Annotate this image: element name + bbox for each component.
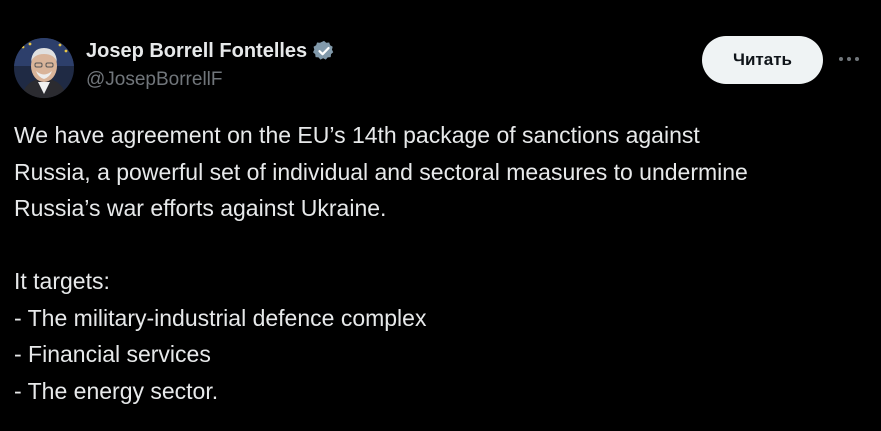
avatar-image (14, 38, 74, 98)
tweet-list-item: - The military-industrial defence comple… (14, 304, 427, 331)
verified-badge-icon[interactable] (312, 39, 336, 63)
tweet-list-intro: It targets: (14, 268, 110, 294)
author-handle[interactable]: @JosepBorrellF (86, 69, 223, 91)
follow-button[interactable]: Читать (702, 36, 823, 84)
author-name-row: Josep Borrell Fontelles (86, 38, 336, 64)
tweet-list-item: - Financial services (14, 341, 211, 367)
more-horizontal-icon (839, 57, 859, 61)
tweet-line: We have agreement on the EU’s 14th packa… (14, 122, 700, 148)
avatar[interactable] (14, 38, 74, 98)
tweet-header: Josep Borrell Fontelles @JosepBorrellF Ч… (0, 0, 881, 110)
tweet-list-item: - The energy sector. (14, 377, 219, 404)
tweet-line: Russia, a powerful set of individual and… (14, 158, 748, 185)
tweet-text: We have agreement on the EU’s 14th packa… (14, 117, 874, 409)
more-options-button[interactable] (834, 48, 864, 70)
tweet-line: Russia’s war efforts against Ukraine. (14, 195, 387, 221)
author-display-name[interactable]: Josep Borrell Fontelles (86, 40, 307, 63)
